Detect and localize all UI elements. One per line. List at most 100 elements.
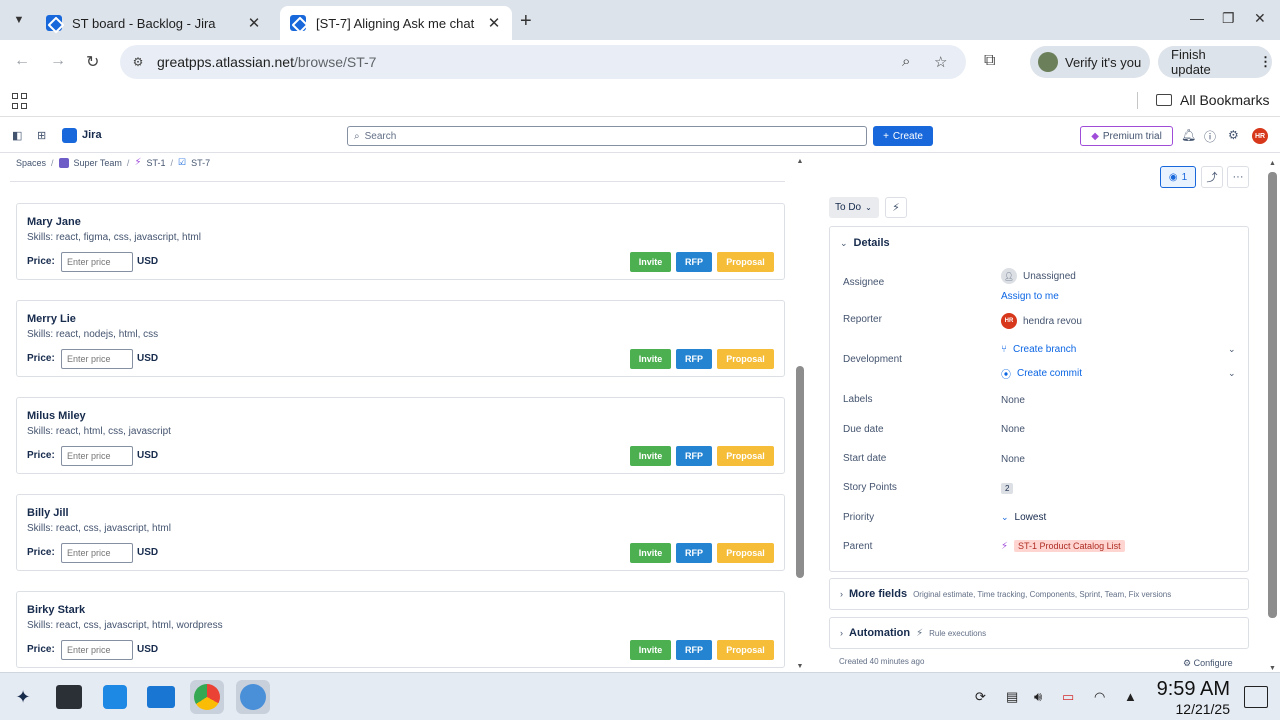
clipboard-icon[interactable]: ▤	[1006, 689, 1018, 705]
details-header[interactable]: ⌄ Details	[840, 237, 890, 249]
scrollbar-thumb[interactable]	[796, 366, 804, 578]
sidebar-toggle-icon[interactable]: ◧	[12, 129, 22, 142]
price-input[interactable]	[61, 446, 133, 466]
invite-button[interactable]: Invite	[630, 640, 671, 660]
rfp-button[interactable]: RFP	[676, 446, 712, 466]
terminal-icon[interactable]	[52, 680, 86, 714]
price-input[interactable]	[61, 349, 133, 369]
automation-section[interactable]: › Automation ⚡︎ Rule executions	[829, 617, 1249, 649]
site-info-icon[interactable]: ⚙	[125, 49, 151, 75]
right-scrollbar[interactable]: ▲ ▼	[1267, 160, 1278, 672]
breadcrumb-st-1[interactable]: ST-1	[146, 158, 165, 168]
close-icon[interactable]: ✕	[246, 14, 262, 32]
scroll-up-arrow-icon[interactable]: ▲	[1267, 160, 1278, 167]
show-desktop-button[interactable]	[1244, 686, 1268, 708]
status-dropdown[interactable]: To Do ⌄	[829, 197, 879, 218]
app-switcher-icon[interactable]: ⊞	[37, 129, 46, 142]
scroll-down-arrow-icon[interactable]: ▼	[795, 663, 805, 670]
forward-arrow-icon[interactable]: →	[50, 52, 66, 70]
bookmark-star-icon[interactable]: ☆	[934, 53, 947, 71]
files-folder-icon[interactable]	[144, 680, 178, 714]
invite-button[interactable]: Invite	[630, 446, 671, 466]
zoom-magnifier-icon[interactable]: ⌕	[902, 53, 910, 70]
priority-value[interactable]: ⌄ Lowest	[1001, 512, 1046, 523]
window-close-icon[interactable]: ✕	[1254, 10, 1266, 27]
chrome-icon[interactable]	[190, 680, 224, 714]
new-tab-plus-icon[interactable]: +	[520, 10, 532, 33]
browser-tab-backlog[interactable]: ST board - Backlog - Jira ✕	[36, 6, 272, 40]
more-actions-icon[interactable]: ···	[1227, 166, 1249, 188]
assign-to-me-link[interactable]: Assign to me	[1001, 291, 1059, 302]
price-input[interactable]	[61, 543, 133, 563]
browser-tab-issue[interactable]: [ST-7] Aligning Ask me chat ✕	[280, 6, 512, 40]
apps-grid-icon[interactable]	[12, 93, 28, 109]
clock-date[interactable]: 12/21/25	[1148, 701, 1231, 717]
finish-update-button[interactable]: Finish update ⋮	[1158, 46, 1272, 78]
user-avatar[interactable]: HR	[1252, 128, 1268, 144]
premium-trial-button[interactable]: ◆ Premium trial	[1080, 126, 1173, 146]
address-bar[interactable]: ⚙ greatpps.atlassian.net/browse/ST-7 ⌕ ☆	[120, 45, 966, 79]
start-date-value[interactable]: None	[1001, 454, 1025, 465]
proposal-button[interactable]: Proposal	[717, 543, 774, 563]
breadcrumb-super-team[interactable]: Super Team	[74, 158, 122, 168]
scrollbar-thumb[interactable]	[1268, 172, 1277, 618]
kebab-menu-icon[interactable]: ⋮	[1259, 54, 1272, 70]
more-fields-section[interactable]: › More fields Original estimate, Time tr…	[829, 578, 1249, 610]
volume-icon[interactable]: 🔊︎	[1034, 689, 1042, 705]
minimize-icon[interactable]: —	[1190, 10, 1204, 26]
price-input[interactable]	[61, 640, 133, 660]
close-icon[interactable]: ✕	[486, 14, 502, 32]
search-input[interactable]: ⌕ Search	[347, 126, 867, 146]
scroll-down-arrow-icon[interactable]: ▼	[1267, 665, 1278, 672]
all-bookmarks-button[interactable]: All Bookmarks	[1156, 92, 1269, 108]
breadcrumb-spaces[interactable]: Spaces	[16, 158, 46, 168]
story-points-value[interactable]: 2	[1001, 483, 1014, 494]
rfp-button[interactable]: RFP	[676, 543, 712, 563]
clock-time[interactable]: 9:59 AM	[1148, 678, 1230, 701]
labels-value[interactable]: None	[1001, 395, 1025, 406]
parent-value[interactable]: ⚡︎ ST-1 Product Catalog List	[1001, 540, 1125, 552]
browser-app-icon[interactable]	[236, 680, 270, 714]
help-icon[interactable]: ⓘ	[1204, 128, 1216, 145]
left-scrollbar[interactable]: ▲ ▼	[795, 158, 805, 670]
chevron-down-icon[interactable]: ⌄	[1228, 368, 1236, 379]
notifications-bell-icon[interactable]: 🔔︎	[1181, 128, 1196, 142]
extensions-puzzle-icon[interactable]: ⧉	[984, 52, 995, 70]
vscode-icon[interactable]	[98, 680, 132, 714]
assignee-value[interactable]: 👤︎ Unassigned	[1001, 268, 1076, 284]
back-arrow-icon[interactable]: ←	[14, 52, 30, 70]
battery-icon[interactable]: ▭	[1062, 689, 1074, 705]
proposal-button[interactable]: Proposal	[717, 640, 774, 660]
wifi-icon[interactable]: ◠	[1094, 689, 1105, 705]
proposal-button[interactable]: Proposal	[717, 252, 774, 272]
update-icon[interactable]: ⟳	[975, 689, 986, 705]
watchers-button[interactable]: ◉ 1	[1160, 166, 1196, 188]
invite-button[interactable]: Invite	[630, 252, 671, 272]
create-branch-link[interactable]: ⑂ Create branch ⌄	[1001, 344, 1241, 355]
scroll-up-arrow-icon[interactable]: ▲	[795, 158, 805, 165]
create-button[interactable]: + Create	[873, 126, 933, 146]
automation-bolt-icon[interactable]: ⚡︎	[885, 197, 907, 218]
tray-expand-icon[interactable]: ▲	[1124, 689, 1137, 704]
tab-search-icon[interactable]: ▼	[8, 9, 30, 31]
reporter-value[interactable]: HR hendra revou	[1001, 313, 1082, 329]
price-input[interactable]	[61, 252, 133, 272]
verify-identity-button[interactable]: Verify it's you	[1030, 46, 1150, 78]
rfp-button[interactable]: RFP	[676, 349, 712, 369]
url-text[interactable]: greatpps.atlassian.net/browse/ST-7	[157, 54, 376, 70]
invite-button[interactable]: Invite	[630, 349, 671, 369]
rfp-button[interactable]: RFP	[676, 640, 712, 660]
jira-product-name[interactable]: Jira	[82, 129, 102, 141]
configure-button[interactable]: ⚙ Configure	[1183, 658, 1233, 669]
proposal-button[interactable]: Proposal	[717, 349, 774, 369]
settings-gear-icon[interactable]: ⚙	[1228, 128, 1239, 142]
jira-logo[interactable]	[62, 128, 77, 143]
create-commit-link[interactable]: ⦿ Create commit ⌄	[1001, 366, 1241, 381]
breadcrumb-st-7[interactable]: ST-7	[191, 158, 210, 168]
proposal-button[interactable]: Proposal	[717, 446, 774, 466]
share-icon[interactable]: ⤴	[1201, 166, 1223, 188]
launcher-icon[interactable]: ✦	[6, 680, 40, 714]
due-date-value[interactable]: None	[1001, 424, 1025, 435]
reload-icon[interactable]: ↻	[86, 52, 99, 72]
rfp-button[interactable]: RFP	[676, 252, 712, 272]
